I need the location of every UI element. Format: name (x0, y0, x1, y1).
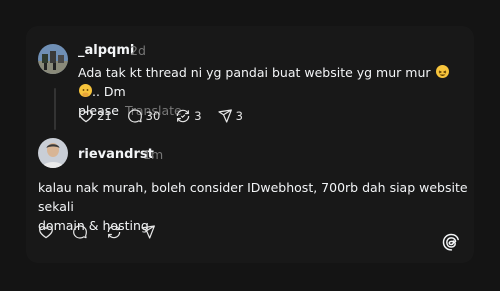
reply-button[interactable] (72, 224, 88, 240)
post-actions (38, 224, 171, 240)
share-count: 3 (235, 109, 243, 123)
repost-button[interactable] (106, 224, 122, 240)
post-text-line1: kalau nak murah, boleh consider IDwebhos… (38, 180, 468, 214)
repost-button[interactable]: 3 (175, 108, 202, 124)
threads-logo-icon[interactable] (441, 232, 461, 252)
timestamp: 2d (130, 43, 146, 58)
avatar[interactable] (38, 44, 68, 74)
share-icon (218, 109, 232, 123)
like-count: 21 (97, 109, 112, 123)
like-button[interactable] (38, 224, 54, 240)
share-icon (141, 225, 155, 239)
share-button[interactable]: 3 (217, 108, 243, 124)
thread-card: _alpqml 2d Ada tak kt thread ni yg panda… (26, 26, 474, 263)
post-text-suffix: .. Dm (92, 84, 126, 99)
avatar[interactable] (38, 138, 68, 168)
repost-count: 3 (194, 109, 202, 123)
reply-button[interactable]: 30 (127, 108, 161, 124)
post-text-line1: Ada tak kt thread ni yg pandai buat webs… (78, 65, 431, 80)
like-button[interactable]: 21 (78, 108, 112, 124)
heart-icon (79, 110, 93, 123)
grinning-squinting-face-icon (435, 65, 449, 78)
timestamp: 1m (143, 147, 164, 162)
comment-icon (73, 225, 87, 239)
reply-count: 30 (145, 109, 161, 123)
repost-icon (177, 109, 190, 123)
repost-icon (107, 225, 121, 239)
comment-icon (127, 109, 142, 123)
share-button[interactable] (140, 224, 156, 240)
post-actions: 21 30 3 3 (78, 108, 258, 124)
face-with-hand-over-mouth-icon (79, 84, 92, 97)
username[interactable]: _alpqml (78, 43, 134, 58)
heart-icon (39, 226, 53, 239)
thread-connector-line (54, 88, 56, 130)
